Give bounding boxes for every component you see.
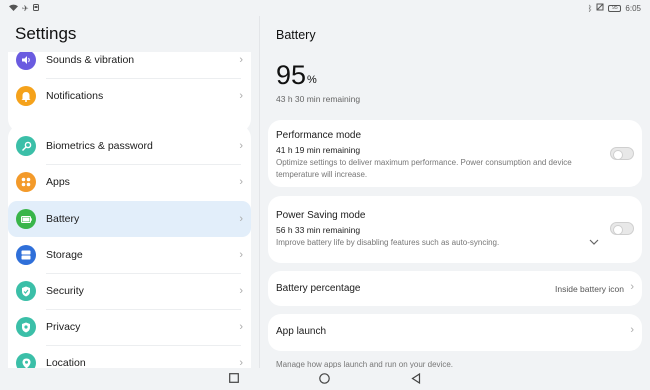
bell-icon <box>16 86 36 106</box>
storage-icon <box>16 245 36 265</box>
sidebar-item-label: Apps <box>46 176 70 188</box>
power-saving-mode-title: Power Saving mode <box>276 210 366 221</box>
sidebar-group-1: Sounds & vibration › Notifications › <box>8 52 251 132</box>
system-navigation-bar <box>0 368 650 390</box>
chevron-right-icon: › <box>239 90 243 102</box>
chevron-right-icon: › <box>239 321 243 333</box>
chevron-right-icon: › <box>239 176 243 188</box>
power-saving-mode-card[interactable]: Power Saving mode 56 h 33 min remaining … <box>268 196 642 263</box>
performance-mode-description: Optimize settings to deliver maximum per… <box>276 158 572 179</box>
chevron-right-icon: › <box>239 249 243 261</box>
status-bar: ✈ ᛒ 95 6:05 <box>0 0 650 16</box>
status-left-icons: ✈ <box>9 4 39 13</box>
battery-status-icon: 95 <box>608 4 622 12</box>
sidebar-item-storage[interactable]: Storage › <box>8 237 251 273</box>
sidebar-item-apps[interactable]: Apps › <box>8 164 251 200</box>
battery-percentage-value: Inside battery icon <box>555 284 624 294</box>
sidebar-item-label: Biometrics & password <box>46 140 153 152</box>
chevron-right-icon: › <box>630 281 634 293</box>
sidebar-item-notifications[interactable]: Notifications › <box>8 78 251 114</box>
sidebar-item-label: Battery <box>46 213 80 225</box>
battery-detail-panel: Battery 95 % 43 h 30 min remaining Perfo… <box>260 16 650 368</box>
sidebar-item-sounds[interactable]: Sounds & vibration › <box>8 52 251 78</box>
battery-icon <box>16 209 36 229</box>
key-icon <box>16 136 36 156</box>
sidebar-item-battery[interactable]: Battery › <box>8 201 251 237</box>
privacy-icon <box>16 317 36 337</box>
performance-mode-card[interactable]: Performance mode 41 h 19 min remaining O… <box>268 120 642 187</box>
sidebar-item-location[interactable]: Location › <box>8 345 251 368</box>
location-pin-icon <box>16 353 36 368</box>
page-title: Battery <box>276 28 316 42</box>
chevron-right-icon: › <box>239 357 243 368</box>
battery-remaining-time: 43 h 30 min remaining <box>276 94 361 104</box>
sidebar-item-privacy[interactable]: Privacy › <box>8 309 251 345</box>
apps-grid-icon <box>16 172 36 192</box>
status-right-icons: ᛒ 95 6:05 <box>588 3 641 13</box>
chevron-right-icon: › <box>630 324 634 336</box>
app-launch-description: Manage how apps launch and run on your d… <box>276 360 454 368</box>
sidebar-item-label: Location <box>46 357 86 368</box>
airplane-icon: ✈ <box>22 4 29 13</box>
chevron-right-icon: › <box>239 285 243 297</box>
sidebar-item-label: Security <box>46 285 84 297</box>
battery-percent-unit: % <box>307 74 317 86</box>
battery-percentage-row[interactable]: Battery percentage Inside battery icon › <box>268 271 642 306</box>
shield-icon <box>16 281 36 301</box>
settings-sidebar: Settings Sounds & vibration › Notificati… <box>0 16 260 368</box>
sidebar-item-label: Notifications <box>46 90 104 102</box>
bluetooth-icon: ᛒ <box>587 3 593 13</box>
performance-mode-remaining: 41 h 19 min remaining <box>276 145 361 155</box>
notification-icon <box>32 4 39 13</box>
app-launch-title: App launch <box>276 326 327 337</box>
settings-title: Settings <box>15 24 77 43</box>
chevron-right-icon: › <box>239 213 243 225</box>
back-button[interactable] <box>411 372 421 387</box>
power-saving-mode-description: Improve battery life by disabling featur… <box>276 238 500 247</box>
battery-percentage-title: Battery percentage <box>276 283 361 294</box>
sidebar-group-2: Biometrics & password › Apps › Battery ›… <box>8 125 251 368</box>
battery-percent: 95 <box>276 60 307 90</box>
sidebar-item-label: Privacy <box>46 321 81 333</box>
recent-apps-button[interactable] <box>229 373 239 386</box>
clock: 6:05 <box>625 3 641 13</box>
power-saving-mode-remaining: 56 h 33 min remaining <box>276 225 361 235</box>
chevron-down-icon[interactable] <box>589 237 599 247</box>
chevron-right-icon: › <box>239 140 243 152</box>
power-saving-mode-toggle[interactable] <box>610 222 634 235</box>
sidebar-item-label: Storage <box>46 249 83 261</box>
chevron-right-icon: › <box>239 54 243 66</box>
no-sim-icon <box>596 3 604 13</box>
wifi-icon <box>9 4 18 13</box>
sidebar-item-label: Sounds & vibration <box>46 54 135 66</box>
home-button[interactable] <box>319 373 330 387</box>
app-launch-row[interactable]: App launch › <box>268 314 642 351</box>
performance-mode-title: Performance mode <box>276 130 362 141</box>
performance-mode-toggle[interactable] <box>610 147 634 160</box>
speaker-icon <box>16 52 36 70</box>
sidebar-item-security[interactable]: Security › <box>8 273 251 309</box>
sidebar-item-biometrics[interactable]: Biometrics & password › <box>8 128 251 164</box>
